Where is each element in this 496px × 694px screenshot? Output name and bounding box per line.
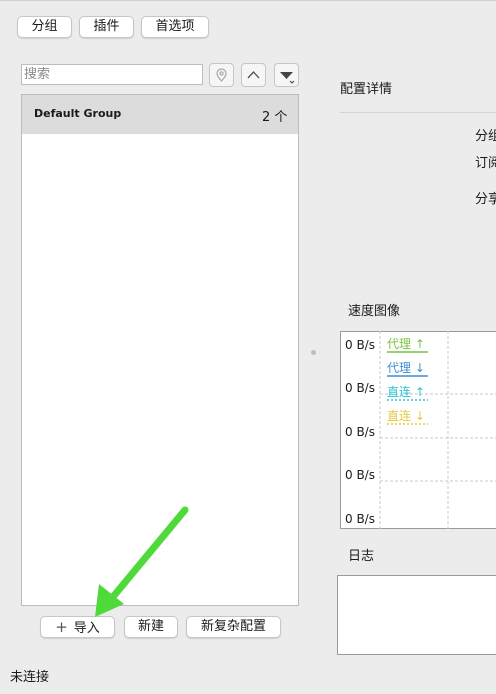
arrow-shaft (108, 506, 189, 602)
annotation-arrow (95, 506, 189, 617)
